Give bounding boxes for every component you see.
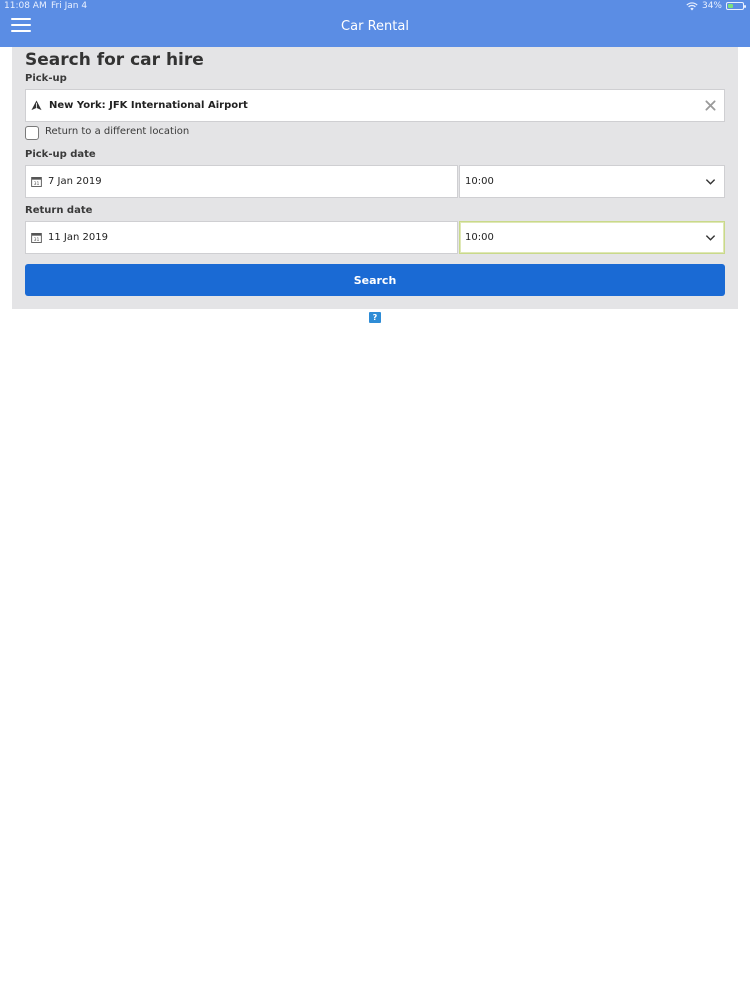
- return-date-label: Return date: [25, 205, 93, 216]
- airport-icon: [31, 100, 42, 111]
- pickup-date-input[interactable]: 31 7 Jan 2019: [25, 165, 458, 198]
- status-indicators: 34%: [686, 1, 746, 11]
- return-date-value: 11 Jan 2019: [48, 232, 108, 243]
- status-date: Fri Jan 4: [51, 1, 88, 11]
- different-location-label: Return to a different location: [45, 126, 190, 137]
- search-button[interactable]: Search: [25, 264, 725, 296]
- wifi-icon: [686, 1, 698, 10]
- search-panel: Search for car hire Pick-up New York: JF…: [12, 47, 738, 309]
- app-header: 11:08 AM Fri Jan 4 34% Car Rental: [0, 0, 750, 47]
- help-icon[interactable]: ?: [369, 312, 381, 323]
- return-time-value: 10:00: [465, 232, 494, 243]
- pickup-time-value: 10:00: [465, 176, 494, 187]
- battery-icon: [726, 2, 746, 10]
- chevron-down-icon: [705, 179, 716, 185]
- pickup-location-value: New York: JFK International Airport: [49, 100, 248, 111]
- status-time: 11:08 AM: [4, 1, 47, 11]
- pickup-date-value: 7 Jan 2019: [48, 176, 102, 187]
- pickup-time-select[interactable]: 10:00: [459, 165, 725, 198]
- page-title: Search for car hire: [25, 50, 204, 70]
- pickup-label: Pick-up: [25, 73, 67, 84]
- pickup-location-input[interactable]: New York: JFK International Airport: [25, 89, 725, 122]
- return-time-select[interactable]: 10:00: [459, 221, 725, 254]
- app-title: Car Rental: [341, 19, 409, 34]
- close-icon[interactable]: [705, 100, 716, 111]
- pickup-date-label: Pick-up date: [25, 149, 96, 160]
- different-location-checkbox[interactable]: [25, 126, 39, 140]
- calendar-icon: 31: [31, 177, 42, 187]
- svg-text:31: 31: [34, 181, 40, 187]
- battery-percent: 34%: [701, 1, 722, 11]
- chevron-down-icon: [705, 235, 716, 241]
- return-date-input[interactable]: 31 11 Jan 2019: [25, 221, 458, 254]
- svg-text:31: 31: [34, 237, 40, 243]
- calendar-icon: 31: [31, 233, 42, 243]
